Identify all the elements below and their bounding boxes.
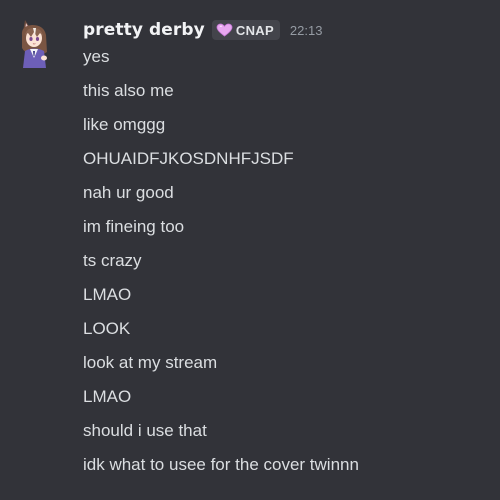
anime-avatar-icon xyxy=(21,20,47,68)
heart-icon xyxy=(216,23,233,37)
message-text[interactable]: yes xyxy=(83,46,493,80)
message-text[interactable]: nah ur good xyxy=(83,182,493,216)
message-header: pretty derby CNAP 22:13 xyxy=(83,17,322,43)
message-text[interactable]: like omggg xyxy=(83,114,493,148)
message-text[interactable]: ts crazy xyxy=(83,250,493,284)
message-timestamp[interactable]: 22:13 xyxy=(290,23,323,38)
guild-tag-badge[interactable]: CNAP xyxy=(211,20,280,40)
guild-tag-label: CNAP xyxy=(235,22,274,38)
chat-view: pretty derby CNAP 22:13 yes this also me… xyxy=(0,0,500,500)
message-list: yes this also me like omggg OHUAIDFJKOSD… xyxy=(83,46,493,488)
username[interactable]: pretty derby xyxy=(83,20,205,40)
message-text[interactable]: LMAO xyxy=(83,284,493,318)
message-text[interactable]: this also me xyxy=(83,80,493,114)
message-text[interactable]: im fineing too xyxy=(83,216,493,250)
user-avatar[interactable] xyxy=(16,18,56,68)
message-group: pretty derby CNAP 22:13 yes this also me… xyxy=(0,0,500,500)
message-text[interactable]: look at my stream xyxy=(83,352,493,386)
message-text[interactable]: idk what to usee for the cover twinnn xyxy=(83,454,493,488)
message-text[interactable]: LOOK xyxy=(83,318,493,352)
message-text[interactable]: LMAO xyxy=(83,386,493,420)
message-text[interactable]: should i use that xyxy=(83,420,493,454)
message-text[interactable]: OHUAIDFJKOSDNHFJSDF xyxy=(83,148,493,182)
